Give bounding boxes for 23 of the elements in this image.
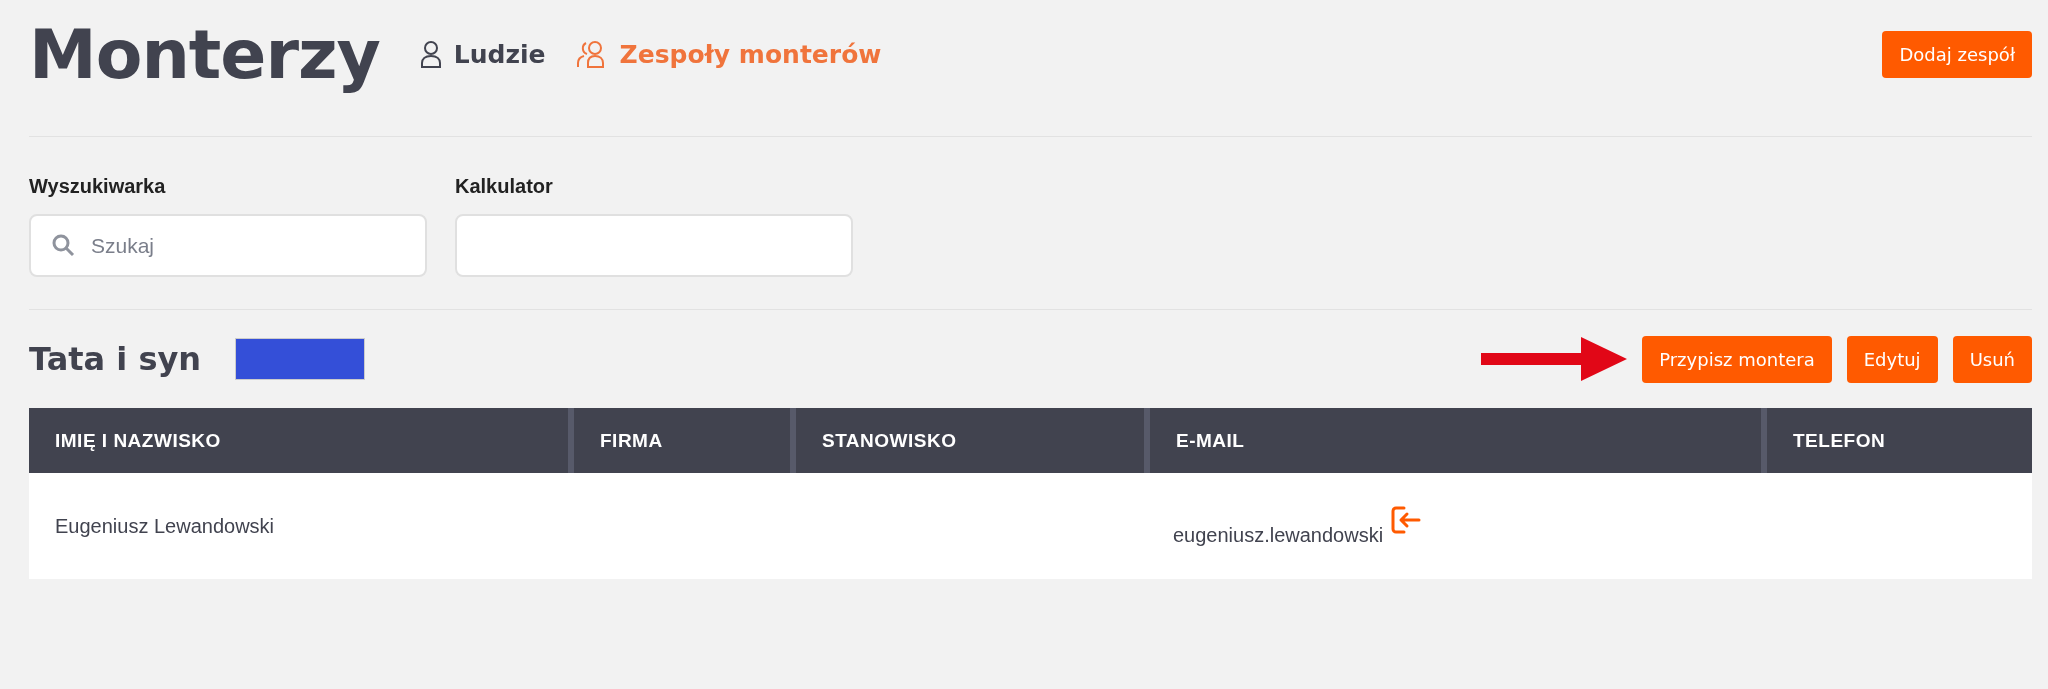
table-cell: eugeniusz.lewandowski: [1173, 523, 1384, 547]
search-field[interactable]: Szukaj: [29, 214, 427, 277]
column-header: FIRMA: [571, 408, 793, 473]
nav-label: Ludzie: [453, 39, 546, 69]
nav-tab[interactable]: Ludzie: [419, 39, 546, 69]
column-header: E-MAIL: [1147, 408, 1764, 473]
column-header: IMIĘ I NAZWISKO: [29, 408, 571, 473]
search-icon: [51, 233, 75, 257]
table-cell: Eugeniusz Lewandowski: [55, 514, 275, 538]
action-button[interactable]: Przypisz montera: [1642, 335, 1832, 383]
action-button[interactable]: Edytuj: [1846, 335, 1938, 383]
team-name: Tata i syn: [29, 340, 202, 378]
input-field[interactable]: [455, 214, 853, 277]
field-label: Kalkulator: [455, 175, 554, 198]
action-button[interactable]: Usuń: [1952, 335, 2032, 383]
arrow-icon: [1481, 337, 1628, 381]
field-label: Wyszukiwarka: [29, 175, 167, 198]
column-header: STANOWISKO: [793, 408, 1147, 473]
page-title: Monterzy: [29, 14, 380, 94]
person-icon: [419, 40, 442, 68]
add-team-button[interactable]: Dodaj zespół: [1882, 30, 2032, 78]
column-header: TELEFON: [1764, 408, 2032, 473]
login-icon[interactable]: [1391, 505, 1422, 534]
